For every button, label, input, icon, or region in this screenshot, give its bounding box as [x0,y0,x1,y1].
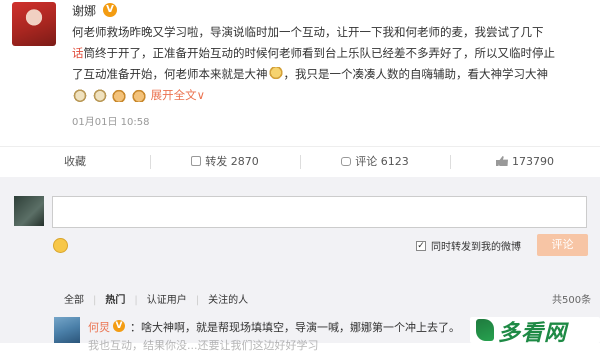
comment-icon [341,157,352,166]
post-text-line-3: 了互动准备开始，何老师本来就是大神 ，我只是一个凑凑人数的自嗨辅助，看大神学习大神 [72,64,590,85]
post-text-line-2: 话筒终于开了，正准备开始互动的时候何老师看到台上乐队已经差不多弄好了，所以又临时… [72,43,590,64]
thumbs-up-icon [496,156,508,166]
comment-button[interactable]: 评论 6123 [300,147,450,177]
verified-badge-icon: V [103,3,117,17]
like-count: 173790 [512,155,554,168]
post-text-line-2-rest: 筒终于开了，正准备开始互动的时候何老师看到台上乐队已经差不多弄好了，所以又临时停… [83,46,556,60]
verified-badge-icon: V [113,320,125,332]
divider: | [195,295,200,306]
commenter-name[interactable]: 何炅 [88,319,110,335]
comment-text-continued: 我也互动，结果你没...还要让我们这边好好学习 [88,339,319,352]
comment-count: 共500条 [552,295,592,306]
author-name[interactable]: 谢娜 [72,2,96,19]
commenter-avatar[interactable] [54,317,80,343]
post-text: 何老师救场昨晚又学习啦，导演说临时加一个互动，让开一下我和何老师的麦，我尝试了几… [72,22,590,106]
repost-icon [191,156,202,166]
favorite-button[interactable]: 收藏 [0,147,150,177]
victory-hand-icon [131,88,146,102]
weibo-post: 谢娜 V 何老师救场昨晚又学习啦，导演说临时加一个互动，让开一下我和何老师的麦，… [0,0,600,146]
comment-label: 评论 6123 [355,155,409,168]
author-avatar[interactable] [12,2,56,46]
divider: | [134,295,138,306]
post-text-line-3b: ，我只是一个凑凑人数的自嗨辅助，看大神学习大神 [283,67,549,81]
post-text-line-1: 何老师救场昨晚又学习啦，导演说临时加一个互动，让开一下我和何老师的麦，我尝试了几… [72,25,544,39]
my-avatar[interactable] [14,196,44,226]
comment-filter-tabs: 全部 | 热门 | 认证用户 | 关注的人 [64,291,257,306]
logo-icon [476,319,494,341]
also-repost-label[interactable]: 同时转发到我的微博 [431,238,521,253]
king-icon [73,88,87,102]
comment-text: ：啥大神啊，就是帮现场填填空，导演一喊，娜娜第一个冲上去了。 [130,321,460,334]
tab-verified[interactable]: 认证用户 [147,295,187,306]
tab-all[interactable]: 全部 [64,295,84,306]
divider: | [93,295,97,306]
tab-hot[interactable]: 热门 [105,295,125,306]
repost-button[interactable]: 转发 2870 [150,147,300,177]
favorite-label: 收藏 [64,155,86,168]
post-text-line-4: 展开全文∨ [72,85,590,106]
post-text-line-3a: 了互动准备开始，何老师本来就是大神 [72,67,268,81]
victory-hand-icon [112,88,127,102]
repost-label: 转发 2870 [205,155,259,168]
like-button[interactable]: 173790 [450,147,600,177]
also-repost-checkbox[interactable]: ✓ [416,241,426,251]
post-timestamp[interactable]: 01月01日 10:58 [72,113,149,128]
gold-trophy-icon [268,67,283,81]
tab-following[interactable]: 关注的人 [208,295,248,306]
emoji-picker-icon[interactable] [53,238,68,253]
watermark-text: 多看网 [498,320,568,346]
submit-comment-button[interactable]: 评论 [537,234,588,256]
action-bar: 收藏 转发 2870 评论 6123 173790 [0,146,600,178]
expand-full-text-link[interactable]: 展开全文∨ [151,88,205,102]
king-icon [92,88,107,102]
site-watermark: 多看网 [470,317,600,346]
comment-input[interactable] [52,196,587,228]
post-text-highlight: 话 [72,46,84,60]
